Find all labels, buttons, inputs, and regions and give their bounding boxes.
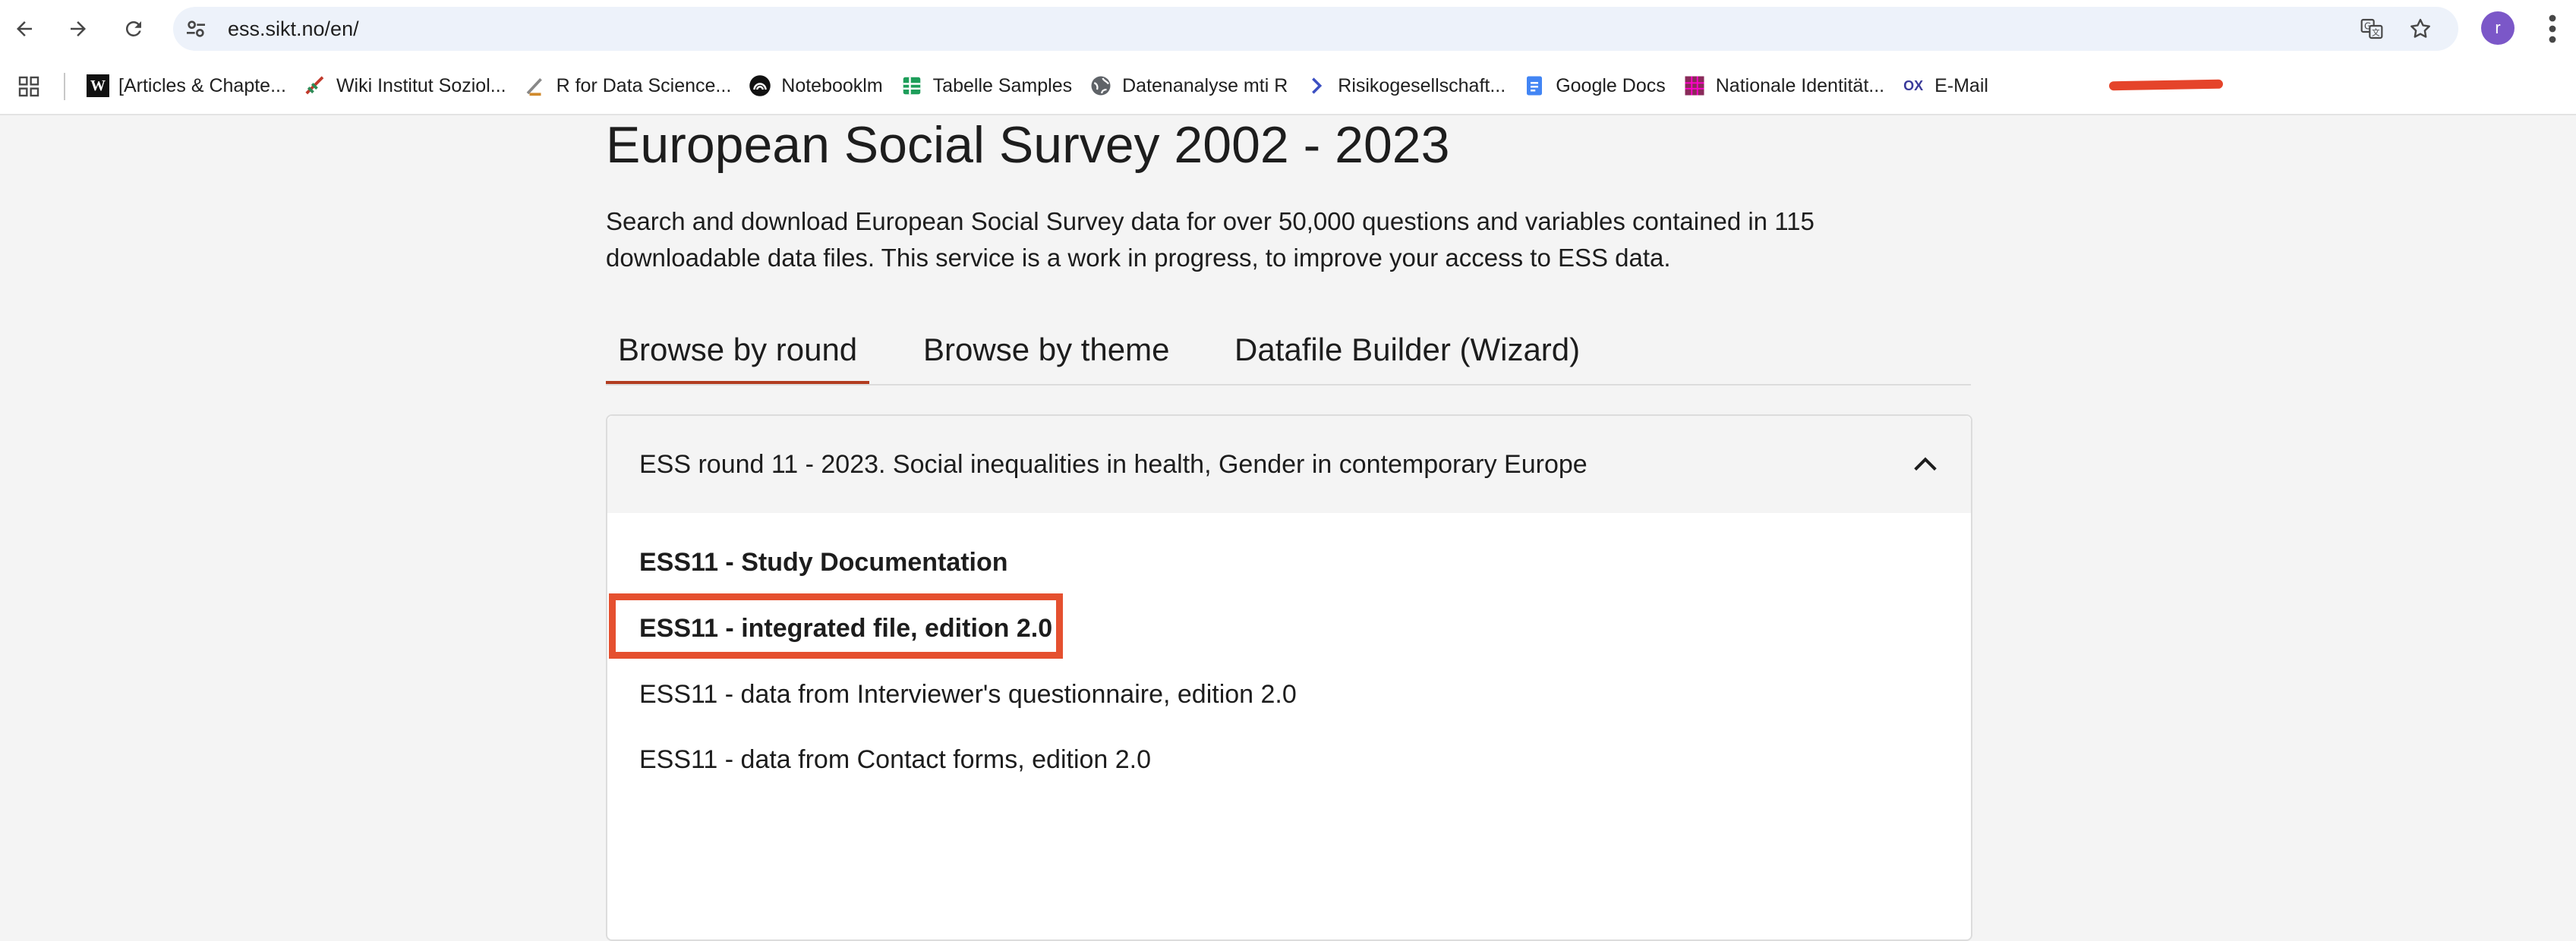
bookmark-email[interactable]: OX E-Mail [1898,65,2002,106]
wordpress-icon: W [87,74,109,97]
browser-toolbar: ess.sikt.no/en/ G 文 r [0,0,2576,58]
book-icon [523,74,547,98]
reload-icon[interactable] [112,8,155,50]
accordion-title: ESS round 11 - 2023. Social inequalities… [639,450,1588,479]
ox-icon: OX [1903,77,1924,93]
profile-avatar[interactable]: r [2481,11,2515,45]
bookmark-label: Notebooklm [781,74,883,96]
bookmark-label: Wiki Institut Soziol... [336,74,506,96]
bookmark-articles[interactable]: W [Articles & Chapte... [84,65,300,106]
bookmark-tabelle[interactable]: Tabelle Samples [897,65,1086,106]
chevron-right-icon [1304,74,1329,98]
bookmarks-separator [64,73,65,100]
bookmark-label: Nationale Identität... [1715,74,1885,96]
tab-bar: Browse by round Browse by theme Datafile… [606,320,1971,386]
bookmark-label: E-Mail [1934,74,1988,96]
bookmark-label: Tabelle Samples [932,74,1073,96]
bookmark-label: Google Docs [1556,74,1666,96]
docs-icon [1522,74,1547,98]
url-text[interactable]: ess.sikt.no/en/ [228,7,359,51]
link-contact-forms[interactable]: ESS11 - data from Contact forms, edition… [639,745,1151,775]
bookmark-risiko[interactable]: Risikogesellschaft... [1301,65,1519,106]
round-accordion: ESS round 11 - 2023. Social inequalities… [606,414,1972,941]
link-study-documentation[interactable]: ESS11 - Study Documentation [639,548,1008,578]
bookmark-wiki[interactable]: Wiki Institut Soziol... [300,65,520,106]
accordion-header[interactable]: ESS round 11 - 2023. Social inequalities… [607,416,1971,513]
bookmark-r4ds[interactable]: R for Data Science... [520,65,746,106]
link-interviewer-questionnaire[interactable]: ESS11 - data from Interviewer's question… [639,680,1297,710]
forward-arrow-icon[interactable] [57,8,99,50]
tab-browse-by-theme[interactable]: Browse by theme [911,320,1181,384]
bookmark-nationale[interactable]: Nationale Identität... [1679,65,1898,106]
apps-grid-icon[interactable] [17,74,41,99]
wiki-icon [303,74,327,98]
bookmark-label: [Articles & Chapte... [118,74,286,96]
chevron-up-icon[interactable] [1910,449,1941,480]
bookmark-list: W [Articles & Chapte... Wiki Institut So… [84,58,2002,114]
back-arrow-icon[interactable] [3,8,46,50]
tab-datafile-builder[interactable]: Datafile Builder (Wizard) [1222,320,1592,384]
bookmark-label: R for Data Science... [556,74,732,96]
kebab-menu-icon[interactable] [2542,11,2563,47]
bookmark-datenanalyse[interactable]: Datenanalyse mti R [1086,65,1301,106]
address-bar[interactable]: ess.sikt.no/en/ G 文 [173,7,2458,51]
translate-icon[interactable]: G 文 [2358,15,2385,42]
page-title: European Social Survey 2002 - 2023 [606,116,1450,174]
site-settings-icon[interactable] [184,17,208,41]
tab-browse-by-round[interactable]: Browse by round [606,320,870,384]
sheets-icon [900,74,924,98]
notebooklm-icon [748,74,772,98]
svg-text:文: 文 [2372,28,2380,38]
bookmark-label: Datenanalyse mti R [1122,74,1288,96]
bookmark-notebooklm[interactable]: Notebooklm [745,65,896,106]
highlight-box [609,593,1063,659]
globe-icon [1089,74,1113,98]
bookmark-label: Risikogesellschaft... [1338,74,1506,96]
bookmark-google-docs[interactable]: Google Docs [1519,65,1679,106]
star-icon[interactable] [2407,15,2434,42]
page-description: Search and download European Social Surv… [606,207,1815,272]
grid-logo-icon [1682,74,1707,98]
